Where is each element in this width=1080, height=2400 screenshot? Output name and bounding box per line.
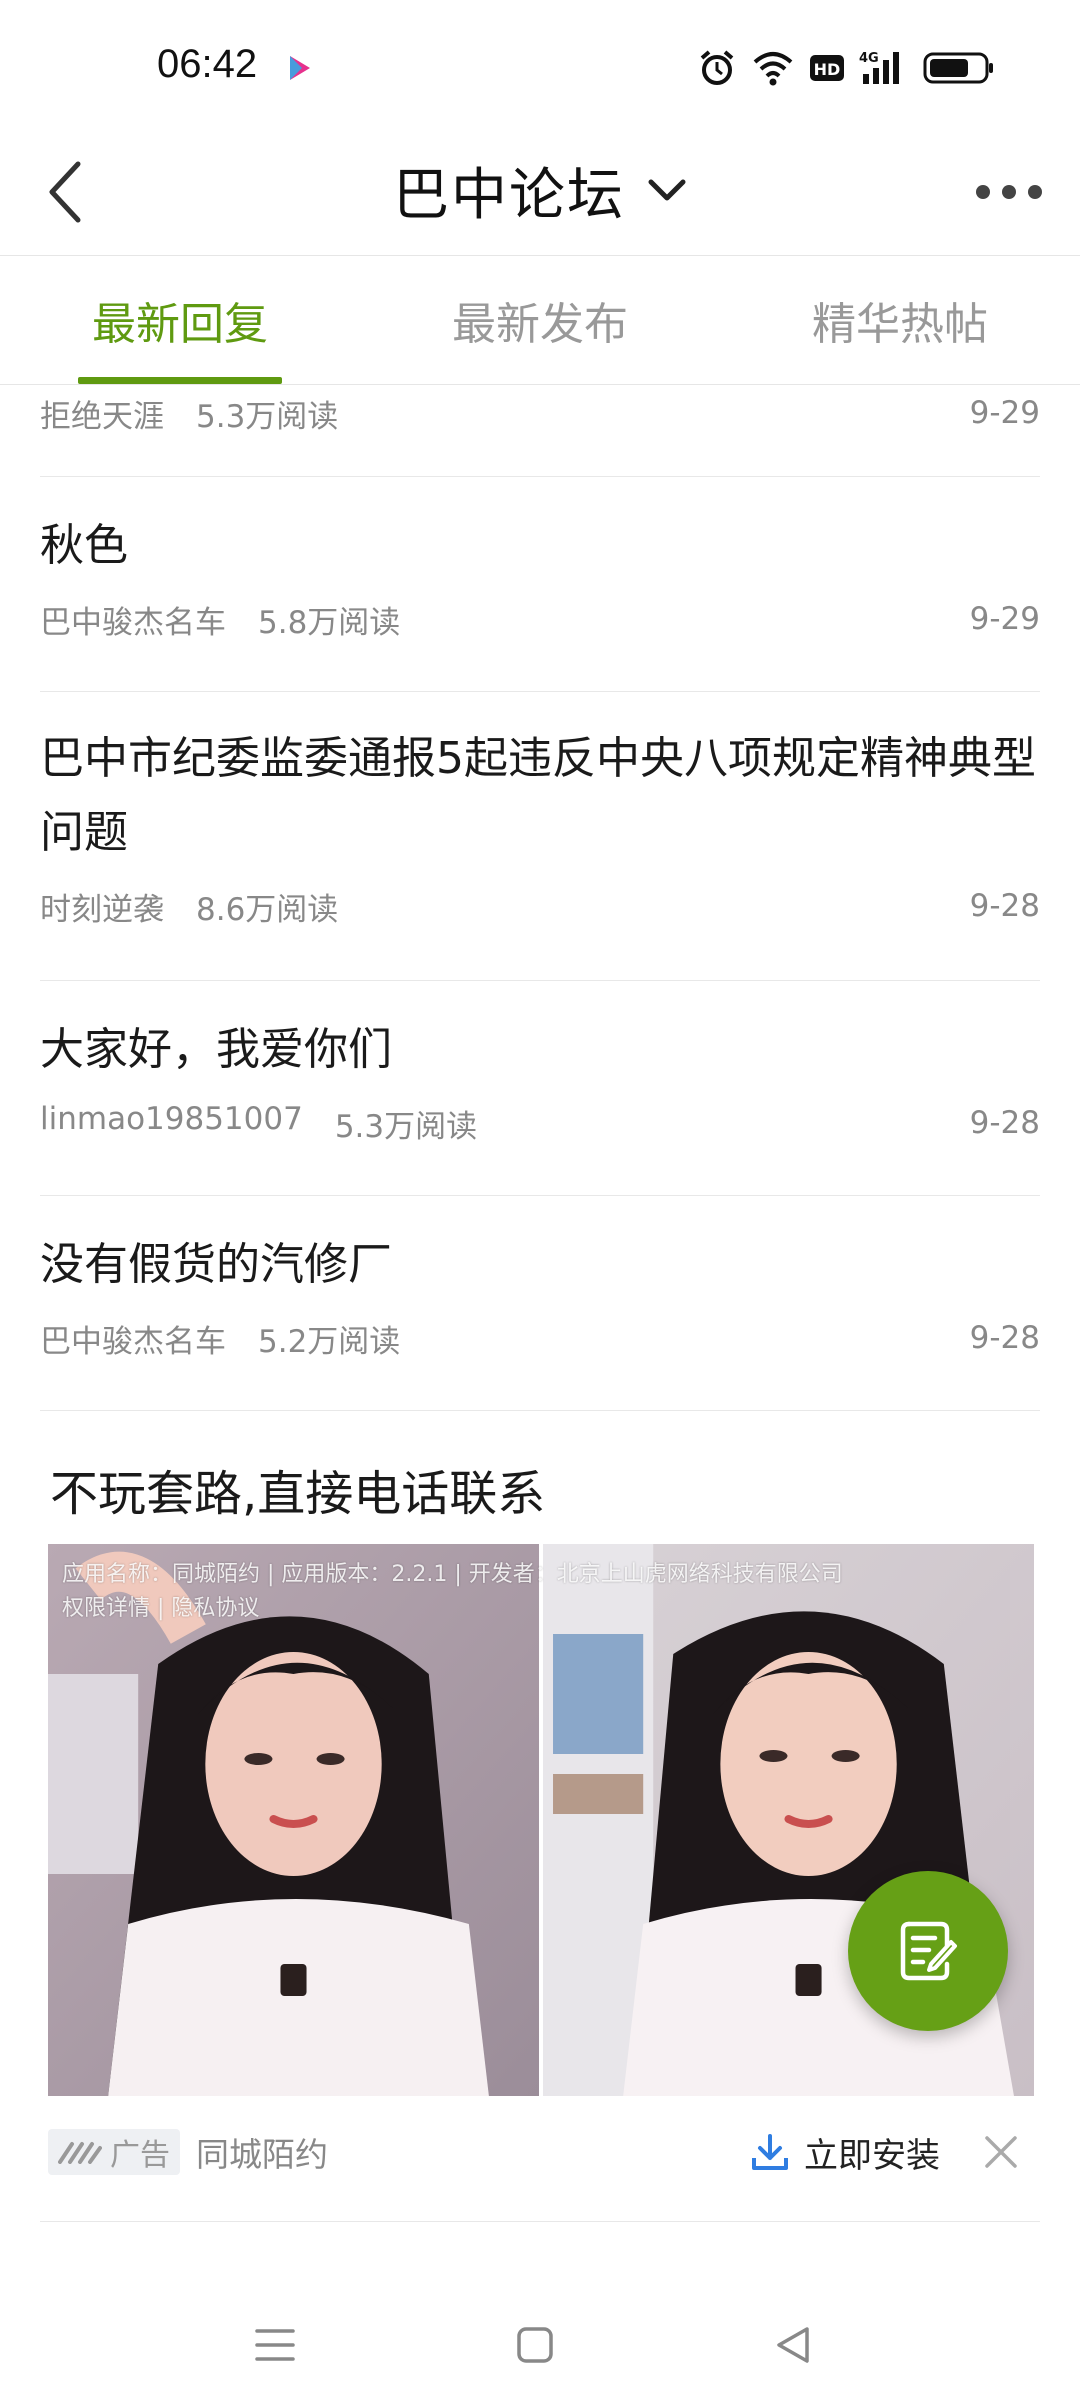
tab-label: 最新发布 [452,299,628,350]
status-time: 06:42 [157,42,258,86]
tab-featured[interactable]: 精华热帖 [720,256,1080,384]
post-meta: 拒绝天涯 5.3万阅读 9-29 [40,385,1040,441]
tab-latest-post[interactable]: 最新发布 [360,256,720,384]
install-label: 立即安装 [804,2135,940,2176]
tab-label: 精华热帖 [812,299,988,350]
tab-latest-reply[interactable]: 最新回复 [0,256,360,384]
list-item[interactable]: 秋色 巴中骏杰名车 5.8万阅读 9-29 [40,477,1040,692]
post-reads: 5.3万阅读 [334,1108,478,1145]
hd-icon: HD [809,48,845,88]
active-tab-indicator [78,377,282,384]
alarm-icon [697,48,737,88]
tab-bar: 最新回复 最新发布 精华热帖 [0,255,1080,385]
post-meta: 时刻逆袭 8.6万阅读 9-28 [40,878,1040,934]
tab-label: 最新回复 [92,299,268,350]
battery-icon [923,48,995,88]
post-meta: 巴中骏杰名车 5.2万阅读 9-28 [40,1310,1040,1366]
ad-privacy-links[interactable]: 权限详情 | 隐私协议 [62,1592,843,1626]
home-square-icon[interactable] [500,2310,570,2380]
title-bar: 巴中论坛 [0,130,1080,255]
system-nav-bar [0,2290,1080,2400]
wifi-icon [751,48,795,88]
menu-icon[interactable] [240,2310,310,2380]
forum-selector[interactable]: 巴中论坛 [0,150,1080,231]
back-triangle-icon[interactable] [758,2310,828,2380]
ad-app-info: 应用名称：同城陌约 | 应用版本：2.2.1 | 开发者：北京上山虎网络科技有限… [62,1558,843,1626]
list-item[interactable]: 拒绝天涯 5.3万阅读 9-29 [40,385,1040,477]
compose-icon [900,1921,957,1981]
post-date: 9-28 [969,1105,1040,1141]
post-date: 9-28 [969,1320,1040,1356]
post-reads: 8.6万阅读 [196,891,339,928]
install-button[interactable]: 立即安装 [750,2128,940,2177]
post-title: 巴中市纪委监委通报5起违反中央八项规定精神典型问题 [40,733,1036,858]
chevron-down-icon [648,179,686,200]
more-dots-icon[interactable] [964,162,1054,222]
post-date: 9-29 [969,601,1040,637]
post-author: linmao19851007 [40,1100,303,1137]
post-title: 大家好，我爱你们 [40,1024,392,1075]
post-date: 9-29 [969,395,1040,431]
post-reads: 5.8万阅读 [258,604,401,641]
page-title: 巴中论坛 [393,163,625,228]
ad-card[interactable]: 不玩套路,直接电话联系 应用名称：同城陌约 | 应用版本：2.2.1 | 开发者… [40,1412,1040,2222]
download-icon [752,2134,788,2170]
ad-title: 不玩套路,直接电话联系 [50,1466,546,1522]
post-author: 巴中骏杰名车 [40,1323,226,1360]
list-item[interactable]: 巴中市纪委监委通报5起违反中央八项规定精神典型问题 时刻逆袭 8.6万阅读 9-… [40,692,1040,981]
svg-text:4G: 4G [859,51,879,66]
ad-footer: 广告 同城陌约 立即安装 [48,2124,1034,2180]
status-bar: 06:42 HD 4G [0,0,1080,130]
post-title: 秋色 [40,520,128,571]
ad-logo-icon [58,2142,102,2164]
close-icon[interactable] [976,2127,1026,2177]
svg-text:HD: HD [814,60,841,79]
post-date: 9-28 [969,888,1040,924]
signal-4g-icon: 4G [859,48,909,88]
post-meta: 巴中骏杰名车 5.8万阅读 9-29 [40,591,1040,647]
post-author: 时刻逆袭 [40,891,164,928]
post-title: 没有假货的汽修厂 [40,1239,392,1290]
ad-info-line: 应用名称：同城陌约 | 应用版本：2.2.1 | 开发者：北京上山虎网络科技有限… [62,1562,843,1587]
post-meta: linmao19851007 5.3万阅读 9-28 [40,1095,1040,1151]
ad-badge: 广告 [48,2129,180,2175]
post-author: 拒绝天涯 [40,398,164,435]
compose-button[interactable] [848,1871,1008,2031]
list-item[interactable]: 大家好，我爱你们 linmao19851007 5.3万阅读 9-28 [40,981,1040,1196]
ad-source: 同城陌约 [196,2135,328,2174]
ad-badge-label: 广告 [110,2138,170,2173]
post-reads: 5.3万阅读 [196,398,339,435]
status-icons: HD 4G [697,48,995,88]
youku-icon [282,52,316,86]
list-item[interactable]: 没有假货的汽修厂 巴中骏杰名车 5.2万阅读 9-28 [40,1196,1040,1411]
post-reads: 5.2万阅读 [258,1323,401,1360]
post-author: 巴中骏杰名车 [40,604,226,641]
ad-photo-left [48,1544,539,2096]
post-list: 拒绝天涯 5.3万阅读 9-29 秋色 巴中骏杰名车 5.8万阅读 9-29 巴… [40,385,1040,1411]
